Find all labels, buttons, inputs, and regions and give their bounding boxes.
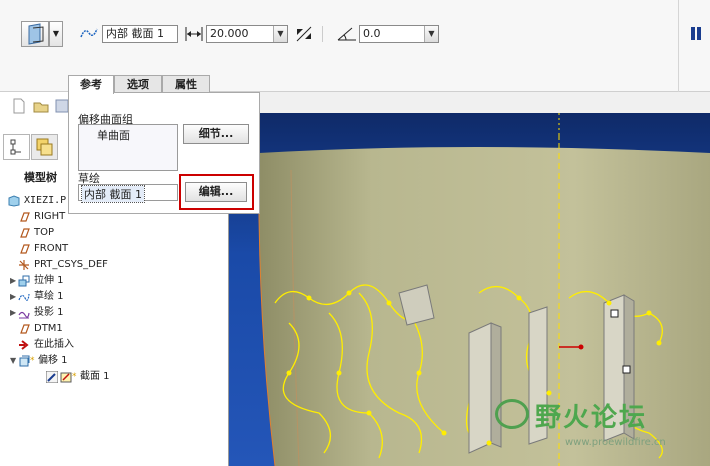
tree-item[interactable]: ▼ * 偏移 1 xyxy=(0,353,229,369)
expand-arrow-icon[interactable]: ▶ xyxy=(10,305,16,321)
projection-icon xyxy=(18,311,30,319)
toolbar-separator xyxy=(322,26,323,42)
watermark: 野火论坛 www.proewildfire.cn xyxy=(491,395,701,455)
offset-distance-input[interactable]: 20.000 ▼ xyxy=(206,25,288,43)
tree-item-label: 偏移 1 xyxy=(38,355,68,366)
tree-item-label: RIGHT xyxy=(34,211,66,222)
pause-button[interactable] xyxy=(690,27,702,41)
tree-item-label: 拉伸 1 xyxy=(34,275,64,286)
graphics-viewport[interactable]: 野火论坛 www.proewildfire.cn xyxy=(229,113,710,466)
datum-plane-icon xyxy=(20,324,30,334)
sketch-reference-value: 内部 截面 1 xyxy=(106,27,164,40)
extrude-icon xyxy=(18,275,30,287)
angle-value: 0.0 xyxy=(363,27,381,40)
tree-item-label: 投影 1 xyxy=(34,307,64,318)
pause-icon xyxy=(690,27,702,41)
offset-type-dropdown[interactable]: ▼ xyxy=(49,21,63,47)
section-icon xyxy=(60,372,72,383)
edit-button[interactable]: 编辑... xyxy=(185,182,247,202)
drag-handle[interactable] xyxy=(610,309,619,318)
tree-item-label: 在此插入 xyxy=(34,339,74,350)
flip-direction-icon xyxy=(296,26,312,42)
watermark-logo-icon xyxy=(495,399,529,429)
save-file-icon xyxy=(55,99,69,113)
dashboard-divider xyxy=(678,0,679,92)
sketch-collector-value: 内部 截面 1 xyxy=(81,185,145,203)
offset-type-button[interactable] xyxy=(21,21,49,47)
tree-item[interactable]: ▶ 投影 1 xyxy=(0,305,229,321)
sketch-collector[interactable]: 内部 截面 1 xyxy=(78,184,178,203)
tab-references[interactable]: 参考 xyxy=(68,75,114,94)
nav-tab-layers[interactable] xyxy=(31,134,58,160)
watermark-url: www.proewildfire.cn xyxy=(565,437,666,448)
tree-item-label: TOP xyxy=(34,227,55,238)
edit-pencil-icon xyxy=(46,371,58,383)
surface-collector[interactable]: 单曲面 xyxy=(78,124,178,171)
references-panel: 偏移曲面组 单曲面 细节... 草绘 内部 截面 1 编辑... xyxy=(68,92,260,214)
new-feature-star-icon: * xyxy=(72,372,77,382)
sketch-reference-icon xyxy=(80,28,98,38)
tab-options[interactable]: 选项 xyxy=(114,75,162,93)
datum-plane-icon xyxy=(20,244,30,254)
angle-icon xyxy=(337,27,356,41)
new-feature-star-icon: * xyxy=(30,356,35,366)
insert-here-arrow-icon xyxy=(19,340,29,350)
tree-item[interactable]: ▶ 拉伸 1 xyxy=(0,273,229,289)
offset-icon xyxy=(19,355,30,367)
angle-dropdown-icon[interactable]: ▼ xyxy=(424,26,438,42)
sketch-icon xyxy=(18,293,30,301)
surface-item[interactable]: 单曲面 xyxy=(97,127,130,143)
sketch-reference-field[interactable]: 内部 截面 1 xyxy=(102,25,178,43)
tree-item[interactable]: * 截面 1 xyxy=(0,369,229,385)
open-file-icon xyxy=(33,102,49,113)
new-file-icon xyxy=(13,98,25,114)
tree-item[interactable]: ▶ 草绘 1 xyxy=(0,289,229,305)
model-tree-icon xyxy=(10,139,21,155)
quick-access-toolbar xyxy=(13,98,69,114)
part-icon xyxy=(8,195,20,207)
offset-distance-icon xyxy=(185,27,203,41)
expand-arrow-icon[interactable]: ▶ xyxy=(10,289,16,305)
tab-properties[interactable]: 属性 xyxy=(162,75,210,93)
tree-item-label: PRT_CSYS_DEF xyxy=(34,259,108,270)
collapse-arrow-icon[interactable]: ▼ xyxy=(10,353,16,369)
drag-handle[interactable] xyxy=(622,365,631,374)
tree-item-label: 截面 1 xyxy=(80,371,110,382)
offset-surface-icon xyxy=(28,23,44,45)
tree-item[interactable]: FRONT xyxy=(0,241,229,257)
tree-item-label: FRONT xyxy=(34,243,69,254)
datum-plane-icon xyxy=(20,228,30,238)
tree-item[interactable]: TOP xyxy=(0,225,229,241)
model-tree-header: 模型树 xyxy=(24,171,57,184)
tree-item[interactable]: 在此插入 xyxy=(0,337,229,353)
details-button[interactable]: 细节... xyxy=(183,124,249,144)
tree-item[interactable]: PRT_CSYS_DEF xyxy=(0,257,229,273)
tree-item-label: DTM1 xyxy=(34,323,63,334)
offset-distance-dropdown-icon[interactable]: ▼ xyxy=(273,26,287,42)
coordinate-system-icon xyxy=(19,260,29,270)
offset-drag-point xyxy=(578,344,584,350)
tree-item-label: 草绘 1 xyxy=(34,291,64,302)
tree-root-label: XIEZI.P xyxy=(24,195,67,206)
watermark-text: 野火论坛 xyxy=(535,403,648,433)
datum-plane-icon xyxy=(20,212,30,222)
offset-distance-value: 20.000 xyxy=(210,27,249,40)
tree-item[interactable]: DTM1 xyxy=(0,321,229,337)
flip-direction-button[interactable] xyxy=(294,25,314,43)
nav-tab-model-tree[interactable] xyxy=(3,134,30,160)
angle-input[interactable]: 0.0 ▼ xyxy=(359,25,439,43)
expand-arrow-icon[interactable]: ▶ xyxy=(10,273,16,289)
layers-icon xyxy=(36,138,53,156)
